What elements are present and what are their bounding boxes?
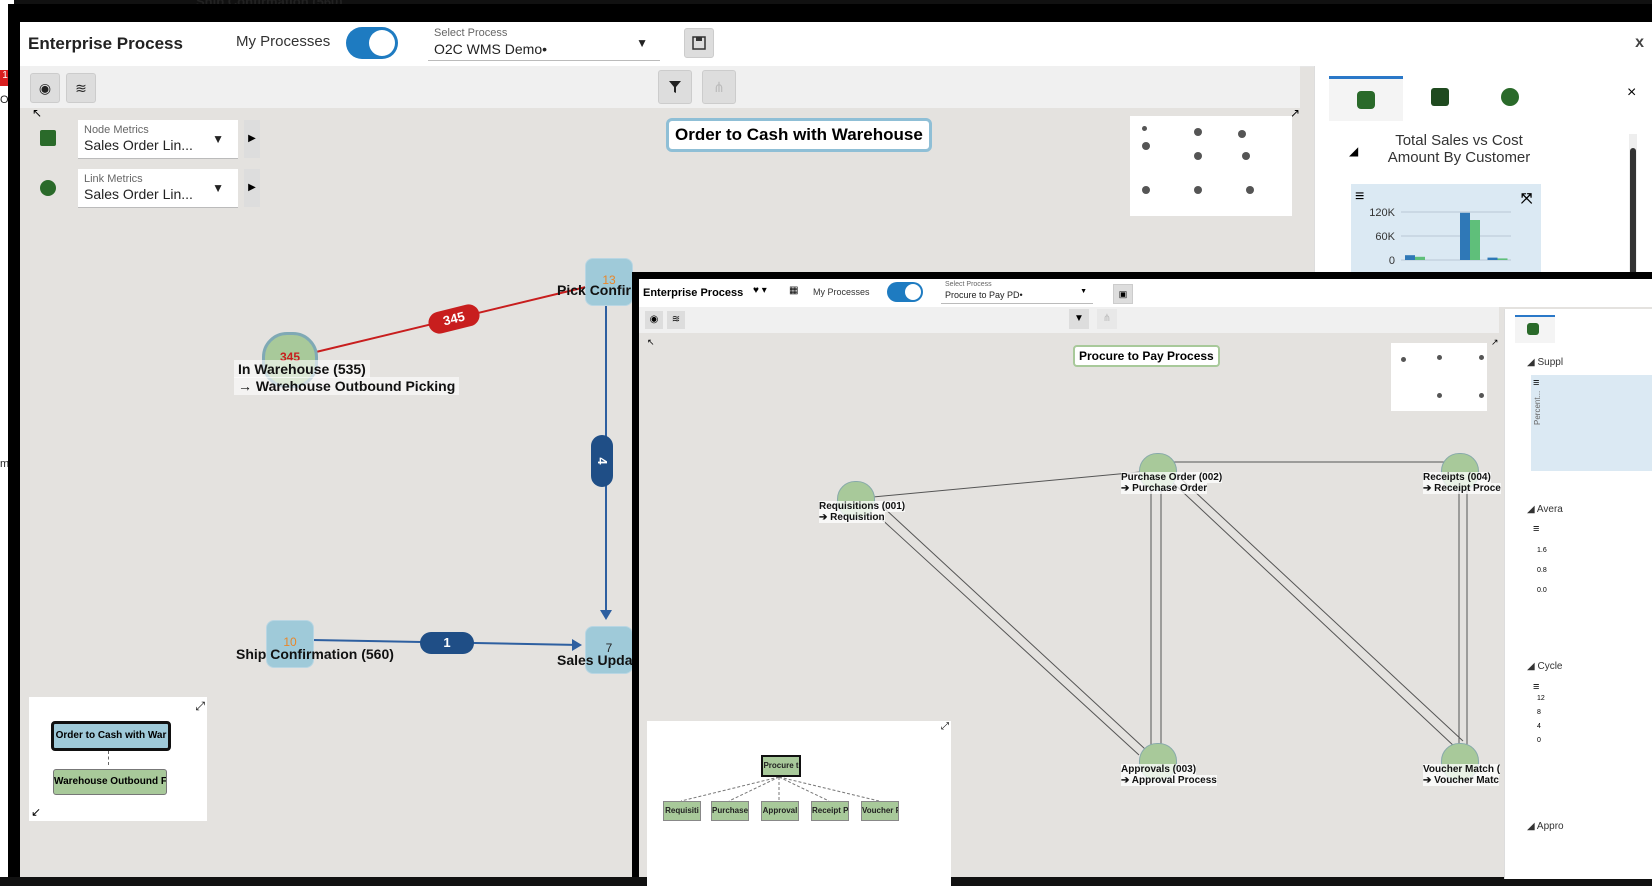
chart-container: ≡ 1.6 0.8 0.0 bbox=[1531, 521, 1652, 621]
chart-title-line: Total Sales vs Cost bbox=[1395, 132, 1523, 149]
chart-title: Total Sales vs Cost Amount By Customer bbox=[1367, 132, 1551, 166]
node-label: Receipts (004) bbox=[1423, 472, 1491, 483]
collapse-triangle-icon[interactable]: ◢ bbox=[1349, 144, 1358, 158]
minimap-child-box[interactable]: Purchase bbox=[711, 801, 749, 821]
tick-label: 0.8 bbox=[1537, 567, 1547, 574]
tick-label: 8 bbox=[1537, 709, 1541, 716]
node-label: ➔ Purchase Order bbox=[1121, 483, 1208, 494]
link-count-badge[interactable]: 1 bbox=[420, 632, 474, 654]
chart-container: ≡ 12 8 4 0 bbox=[1531, 679, 1652, 779]
analytics-panel: ◢ Suppl ≡ Percent... ◢ Avera ≡ 1.6 0.8 0… bbox=[1504, 309, 1652, 879]
window-body: Enterprise Process ♥ ▾ ▦ My Processes Se… bbox=[639, 279, 1652, 886]
analytics-panel: × ◢ Total Sales vs Cost Amount By Custom… bbox=[1314, 66, 1652, 284]
node-label: ➔ Voucher Matc bbox=[1423, 775, 1499, 786]
y-tick-label: 120K bbox=[1369, 207, 1395, 219]
node-label: Pick Confir bbox=[557, 282, 631, 298]
chart-bar[interactable] bbox=[1415, 256, 1425, 260]
node-label: → Warehouse Outbound Picking bbox=[234, 377, 460, 395]
y-tick-label: 0 bbox=[1389, 255, 1395, 267]
minimap-root-box[interactable]: Procure t bbox=[761, 755, 801, 777]
section-header[interactable]: ◢ Cycle bbox=[1527, 661, 1562, 672]
minimap-child-box[interactable]: Receipt P bbox=[811, 801, 849, 821]
node-label: ➔ Approval Process bbox=[1121, 775, 1217, 786]
node-tree-icon bbox=[1527, 323, 1539, 335]
panel-close-icon[interactable]: × bbox=[1627, 84, 1636, 102]
tick-label: 12 bbox=[1537, 695, 1545, 702]
tab-links[interactable] bbox=[1481, 76, 1541, 118]
node-label: ➔ Requisition bbox=[819, 512, 885, 523]
node-label: Ship Confirmation (560) bbox=[236, 646, 394, 662]
axis-label: Percent... bbox=[1533, 390, 1542, 425]
tab-metrics[interactable] bbox=[1411, 76, 1471, 118]
link-count-badge[interactable]: 4 bbox=[591, 435, 613, 487]
minimap-panel: ⤢ Order to Cash with War Warehouse Outbo… bbox=[29, 697, 207, 821]
tick-label: 1.6 bbox=[1537, 547, 1547, 554]
chart-menu-icon[interactable]: ≡ bbox=[1533, 681, 1539, 693]
tick-label: 0 bbox=[1537, 737, 1541, 744]
section-header[interactable]: ◢ Suppl bbox=[1527, 357, 1563, 368]
section-header[interactable]: ◢ Avera bbox=[1527, 504, 1563, 515]
node-label: Voucher Match ( bbox=[1423, 764, 1501, 775]
expand-arrow-icon[interactable]: ⤢ bbox=[195, 699, 205, 714]
node-label: Requisitions (001) bbox=[819, 501, 906, 512]
minimap-child-box[interactable]: Voucher F bbox=[861, 801, 899, 821]
chart-bar[interactable] bbox=[1405, 255, 1415, 260]
minimap-connector bbox=[108, 751, 110, 765]
chart-container: ≡ Percent... bbox=[1531, 375, 1652, 471]
node-label: Approvals (003) bbox=[1121, 764, 1197, 775]
chart-title-line: Amount By Customer bbox=[1387, 149, 1531, 166]
link-analytics-icon bbox=[1501, 88, 1519, 106]
node-label: Purchase Order (002) bbox=[1121, 472, 1223, 483]
section-header[interactable]: ◢ Appro bbox=[1527, 821, 1564, 832]
minimap-panel: ⤢ Procure t Requisiti Purchase Approval … bbox=[647, 721, 951, 886]
node-label: In Warehouse (535) bbox=[234, 360, 370, 378]
close-icon[interactable]: x bbox=[1635, 34, 1644, 52]
sales-cost-bar-chart: 120K 60K 0 bbox=[1369, 207, 1511, 267]
minimap-child-box[interactable]: Requisiti bbox=[663, 801, 701, 821]
node-label: Sales Upda bbox=[557, 652, 633, 668]
collapse-arrow-icon[interactable]: ↙ bbox=[31, 805, 41, 819]
node-label: ➔ Receipt Proce bbox=[1423, 483, 1501, 494]
tab-node-analytics[interactable] bbox=[1329, 76, 1403, 121]
arrowhead bbox=[572, 639, 582, 651]
chart-bar[interactable] bbox=[1470, 220, 1480, 260]
minimap-child-box[interactable]: Warehouse Outbound F bbox=[53, 769, 167, 795]
tick-label: 4 bbox=[1537, 723, 1541, 730]
minimap-child-box[interactable]: Approval bbox=[761, 801, 799, 821]
metrics-icon bbox=[1431, 88, 1449, 106]
node-tree-icon bbox=[1357, 91, 1375, 109]
procure-to-pay-window: Enterprise Process ♥ ▾ ▦ My Processes Se… bbox=[632, 272, 1652, 886]
tick-label: 0.0 bbox=[1537, 587, 1547, 594]
chart-menu-icon[interactable]: ≡ bbox=[1533, 377, 1539, 389]
chart-bar[interactable] bbox=[1497, 258, 1508, 260]
chart-menu-icon[interactable]: ≡ bbox=[1533, 523, 1539, 535]
minimap-root-box[interactable]: Order to Cash with War bbox=[51, 721, 171, 751]
tab-node-analytics[interactable] bbox=[1515, 315, 1555, 343]
chart-container: ≡ ⤧ 120K 60K 0 bbox=[1351, 184, 1541, 284]
panel-scrollbar[interactable] bbox=[1629, 134, 1637, 282]
y-tick-label: 60K bbox=[1375, 231, 1395, 243]
arrowhead bbox=[600, 610, 612, 620]
chart-bar[interactable] bbox=[1487, 257, 1498, 260]
chart-bar[interactable] bbox=[1460, 212, 1470, 260]
